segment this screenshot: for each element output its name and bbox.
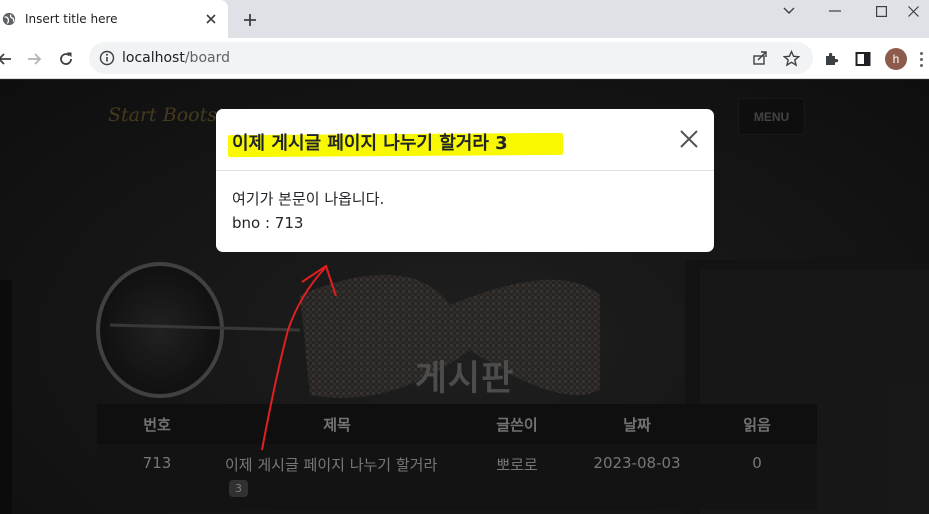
more-menu-icon[interactable]	[914, 48, 928, 70]
modal-header: 이제 게시글 페이지 나누기 할거라 3	[216, 109, 714, 171]
close-icon[interactable]	[678, 128, 700, 150]
address-bar[interactable]: localhost/board	[89, 42, 813, 74]
reload-icon	[60, 52, 72, 65]
minimize-button[interactable]	[812, 0, 858, 22]
tab-search-button[interactable]	[766, 0, 812, 22]
new-tab-button[interactable]	[238, 8, 262, 32]
chevron-down-icon	[783, 7, 795, 14]
back-button[interactable]	[0, 46, 18, 72]
modal-body: 여기가 본문이 나옵니다. bno : 713	[216, 171, 714, 251]
post-modal: 이제 게시글 페이지 나누기 할거라 3 여기가 본문이 나옵니다. bno :…	[216, 109, 714, 252]
share-icon[interactable]	[751, 49, 769, 67]
tab-title: Insert title here	[25, 12, 118, 26]
extensions-icon[interactable]	[821, 49, 841, 69]
modal-body-text: 여기가 본문이 나옵니다.	[232, 190, 385, 208]
reload-button[interactable]	[53, 46, 79, 72]
browser-tab-strip: Insert title here	[0, 0, 929, 38]
url-host: localhost	[122, 50, 185, 66]
plus-icon	[244, 14, 256, 26]
star-icon[interactable]	[782, 49, 800, 67]
globe-icon	[2, 12, 16, 26]
arrow-right-icon	[28, 53, 42, 65]
minimize-icon	[829, 10, 841, 12]
browser-toolbar: localhost/board h	[0, 38, 929, 79]
modal-title: 이제 게시글 페이지 나누기 할거라 3	[232, 133, 508, 154]
arrow-left-icon	[0, 53, 11, 65]
url-path: /board	[184, 50, 230, 66]
info-icon[interactable]	[99, 50, 115, 66]
modal-bno: bno : 713	[232, 214, 304, 232]
maximize-icon	[875, 5, 887, 17]
forward-button[interactable]	[21, 46, 47, 72]
tab-close-icon[interactable]	[202, 10, 220, 28]
side-panel-icon[interactable]	[853, 49, 873, 69]
url-text[interactable]: localhost/board	[122, 50, 230, 66]
browser-tab[interactable]: Insert title here	[0, 0, 228, 38]
close-icon	[907, 5, 919, 17]
close-window-button[interactable]	[897, 0, 929, 22]
profile-avatar[interactable]: h	[885, 48, 907, 70]
